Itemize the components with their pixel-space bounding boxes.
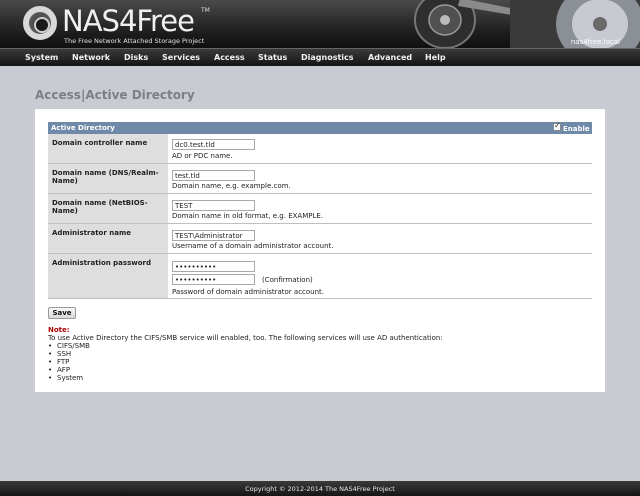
logo-tagline: The Free Network Attached Storage Projec… (64, 37, 205, 45)
domain-controller-input[interactable] (172, 139, 255, 150)
row-admin-name: Administrator name Username of a domain … (48, 224, 592, 254)
list-item: • CIFS/SMB (48, 342, 90, 350)
field-hint: Domain name, e.g. example.com. (172, 182, 291, 190)
save-button[interactable]: Save (48, 307, 76, 319)
note-text: To use Active Directory the CIFS/SMB ser… (48, 334, 443, 342)
admin-name-input[interactable] (172, 230, 255, 241)
field-hint: Username of a domain administrator accou… (172, 242, 334, 250)
row-dns-domain: Domain name (DNS/Realm-Name) Domain name… (48, 164, 592, 194)
nav-disks[interactable]: Disks (124, 53, 148, 62)
field-hint: Domain name in old format, e.g. EXAMPLE. (172, 212, 324, 220)
field-hint: AD or PDC name. (172, 152, 233, 160)
page-title: Access|Active Directory (35, 88, 195, 102)
enable-checkbox[interactable] (553, 121, 561, 131)
row-domain-controller: Domain controller name AD or PDC name. (48, 134, 592, 164)
logo-disc-icon (23, 6, 57, 40)
confirmation-label: (Confirmation) (262, 276, 313, 284)
field-label: Domain name (DNS/Realm-Name) (48, 164, 168, 193)
field-label: Administration password (48, 254, 168, 298)
list-item: • System (48, 374, 84, 382)
field-label: Domain name (NetBIOS-Name) (48, 194, 168, 223)
footer: Copyright © 2012-2014 The NAS4Free Proje… (0, 481, 640, 496)
admin-password-confirm-input[interactable] (172, 274, 255, 285)
list-item: • FTP (48, 358, 70, 366)
enable-label: Enable (563, 125, 590, 133)
netbios-domain-input[interactable] (172, 200, 255, 211)
list-item: • SSH (48, 350, 72, 358)
row-netbios-domain: Domain name (NetBIOS-Name) Domain name i… (48, 194, 592, 224)
row-admin-password: Administration password (Confirmation) P… (48, 254, 592, 299)
field-label: Administrator name (48, 224, 168, 253)
section-title: Active Directory (51, 124, 115, 132)
nav-access[interactable]: Access (214, 53, 245, 62)
note-heading: Note: (48, 326, 70, 334)
hostname: nas4free.local (570, 38, 620, 46)
nav-services[interactable]: Services (162, 53, 200, 62)
field-hint: Password of domain administrator account… (172, 288, 325, 296)
dns-domain-input[interactable] (172, 170, 255, 181)
section-header: Active Directory Enable (48, 121, 592, 134)
nav-status[interactable]: Status (258, 53, 287, 62)
trademark-mark: TM (201, 7, 210, 14)
copyright-text: Copyright © 2012-2014 The NAS4Free Proje… (245, 485, 395, 493)
list-item: • AFP (48, 366, 71, 374)
logo: NAS4Free (62, 4, 195, 38)
field-label: Domain controller name (48, 134, 168, 163)
nav-network[interactable]: Network (72, 53, 110, 62)
nav-system[interactable]: System (25, 53, 58, 62)
main-nav: System Network Disks Services Access Sta… (0, 48, 640, 66)
nav-diagnostics[interactable]: Diagnostics (301, 53, 354, 62)
header: NAS4Free TM The Free Network Attached St… (0, 0, 640, 48)
nav-advanced[interactable]: Advanced (368, 53, 412, 62)
admin-password-input[interactable] (172, 261, 255, 272)
nav-help[interactable]: Help (425, 53, 446, 62)
